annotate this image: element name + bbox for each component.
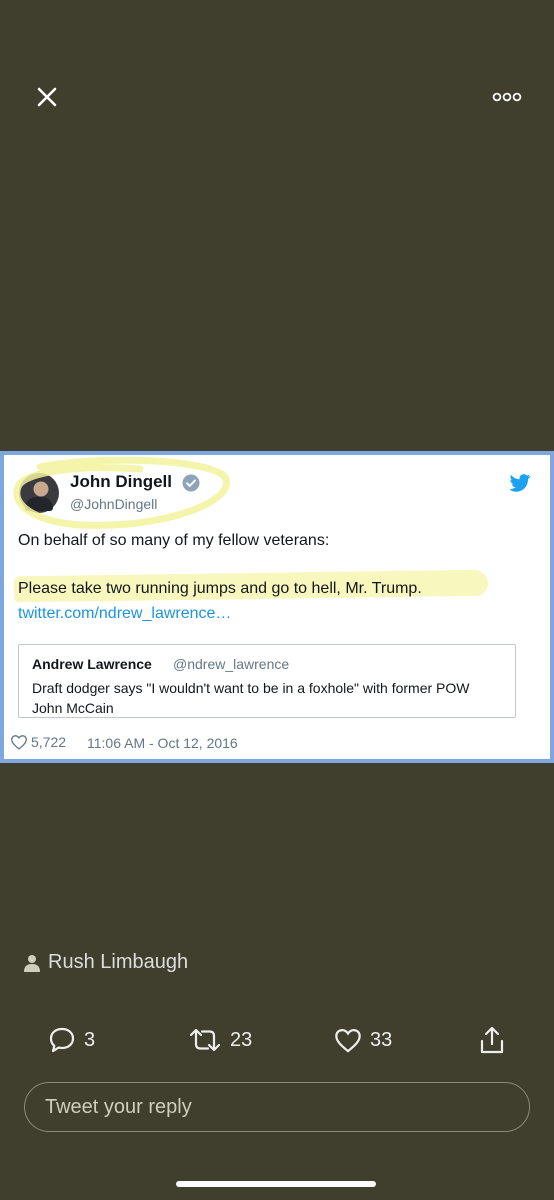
embedded-tweet-screenshot[interactable]: John Dingell @JohnDingell On behalf of s… [0, 451, 554, 763]
tweet-text-highlighted: Please take two running jumps and go to … [18, 580, 422, 597]
quoted-tweet[interactable]: Andrew Lawrence @ndrew_lawrence Draft do… [18, 644, 516, 718]
retweet-count: 23 [230, 1028, 253, 1051]
home-indicator [176, 1181, 376, 1187]
retweet-button[interactable]: 23 [188, 1022, 252, 1058]
like-button[interactable]: 33 [334, 1022, 392, 1058]
share-button[interactable] [478, 1022, 506, 1058]
poster-attribution[interactable]: Rush Limbaugh [24, 951, 188, 974]
quoted-author-handle: @ndrew_lawrence [173, 656, 290, 672]
like-count: 33 [370, 1028, 393, 1051]
heart-icon [335, 1028, 361, 1053]
tweet-link[interactable]: twitter.com/ndrew_lawrence… [18, 605, 231, 623]
verified-badge-icon [182, 474, 200, 492]
embedded-like-number: 5,722 [31, 734, 67, 750]
reply-icon [49, 1027, 75, 1053]
poster-name: Rush Limbaugh [48, 951, 189, 973]
more-options-icon[interactable] [488, 86, 526, 108]
share-icon [480, 1026, 504, 1054]
reply-field[interactable] [24, 1082, 530, 1132]
tweet-author-handle: @JohnDingell [70, 496, 158, 512]
tweet-author-name: John Dingell [70, 472, 172, 491]
embedded-like-count: 5,722 [10, 734, 66, 750]
action-bar: 3 23 33 [0, 1022, 554, 1058]
person-icon [24, 954, 40, 972]
reply-input[interactable] [43, 1094, 511, 1120]
media-viewer-header [0, 0, 554, 200]
reply-button[interactable]: 3 [48, 1022, 95, 1058]
tweet-timestamp: 11:06 AM - Oct 12, 2016 [87, 735, 238, 751]
quoted-author-name: Andrew Lawrence [32, 656, 152, 672]
reply-count: 3 [84, 1028, 96, 1051]
twitter-bird-icon [509, 474, 531, 492]
heart-icon [11, 735, 27, 750]
avatar [19, 473, 59, 513]
retweet-icon [189, 1028, 221, 1052]
quoted-tweet-text: Draft dodger says "I wouldn't want to be… [32, 680, 470, 716]
close-icon[interactable] [30, 80, 64, 114]
tweet-text-line: On behalf of so many of my fellow vetera… [18, 532, 330, 549]
